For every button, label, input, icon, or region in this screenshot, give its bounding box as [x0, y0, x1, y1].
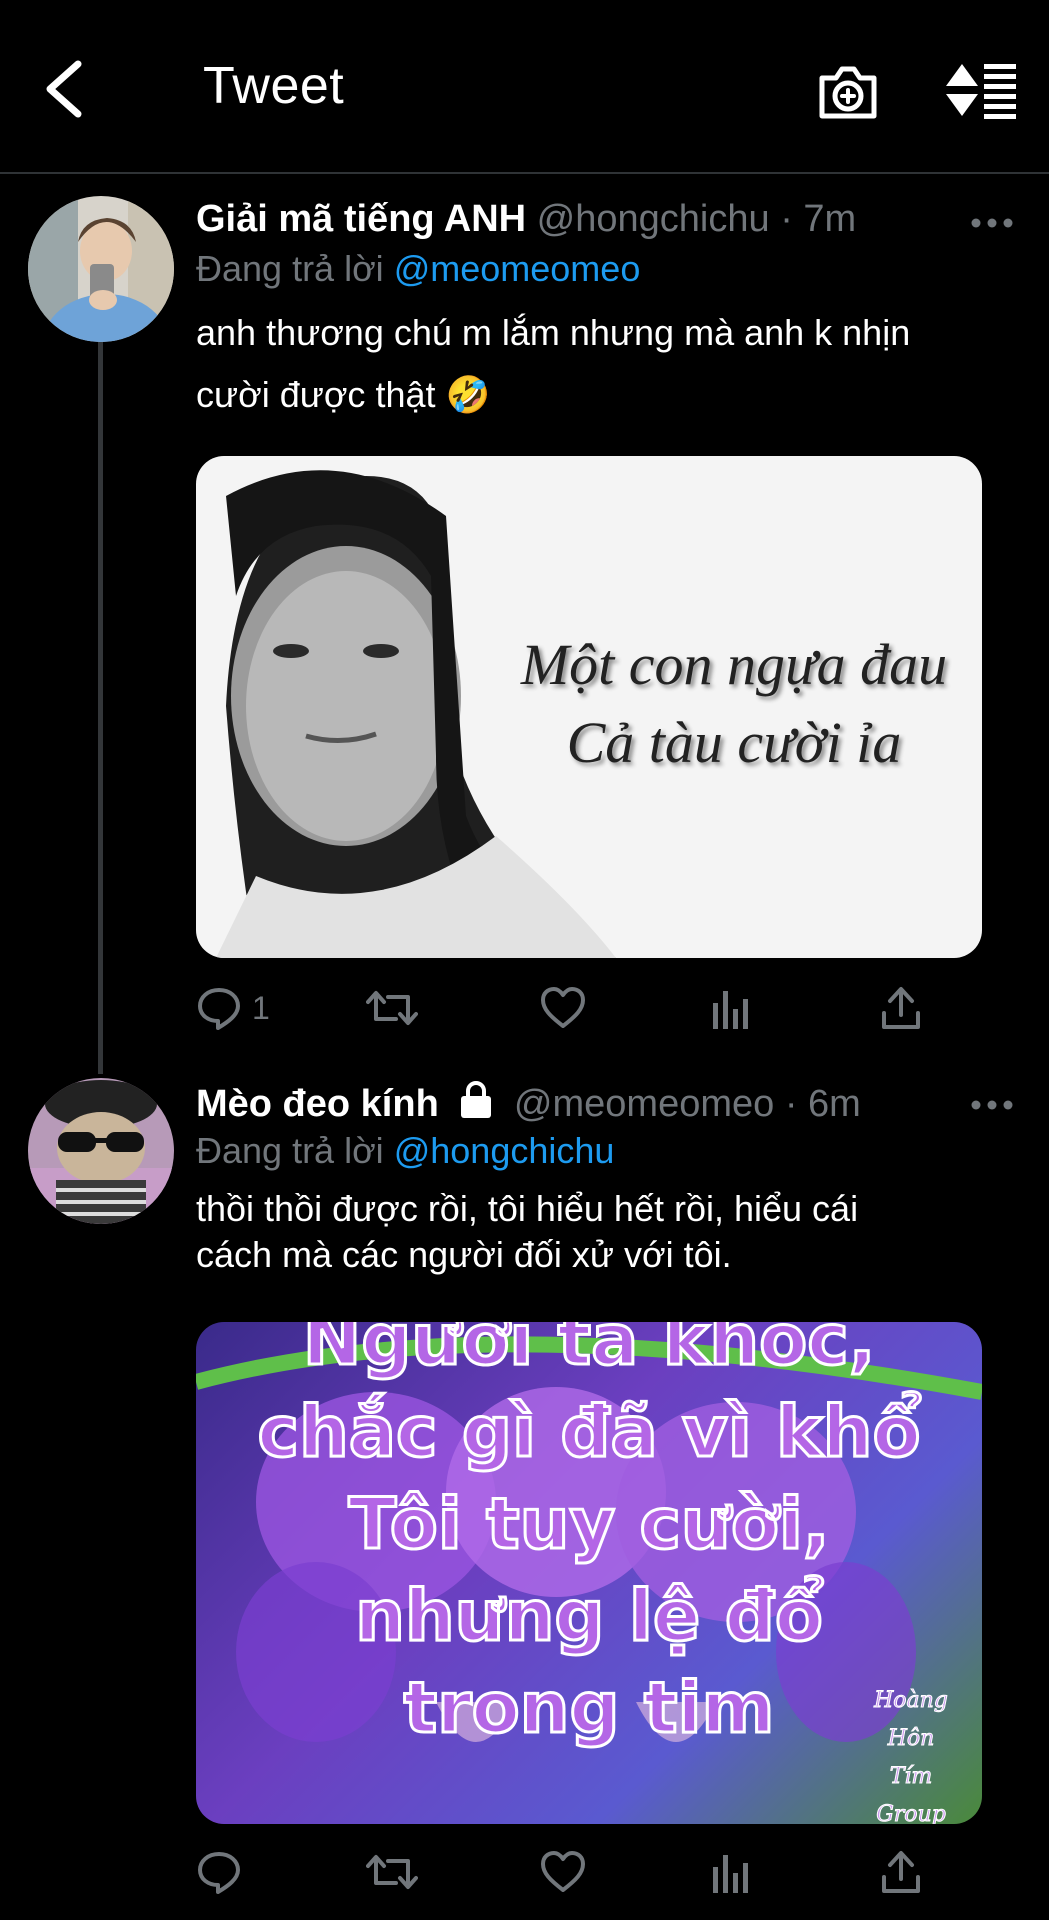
retweet-button[interactable]	[366, 978, 418, 1038]
share-icon	[882, 987, 920, 1029]
thread-connector-line	[98, 342, 103, 1074]
user-handle[interactable]: @meomeomeo	[514, 1083, 774, 1125]
retweet-icon	[366, 1855, 418, 1889]
tweet-image[interactable]: Một con ngựa đau Cả tàu cười ỉa	[196, 456, 982, 958]
lock-icon	[461, 1081, 492, 1118]
share-icon	[882, 1851, 920, 1893]
poem-line: nhưng lệ đổ	[354, 1574, 825, 1659]
top-bar: Tweet	[0, 0, 1049, 174]
tweet-header: Mèo đeo kính @meomeomeo · 6m	[196, 1080, 861, 1126]
like-button[interactable]	[540, 1842, 586, 1902]
mention-link[interactable]: @meomeomeo	[394, 248, 641, 289]
camera-plus-icon[interactable]	[816, 62, 880, 122]
analytics-icon	[713, 1855, 748, 1893]
replying-to-label: Đang trả lời	[196, 248, 384, 289]
reply-count: 1	[252, 989, 270, 1026]
meme-caption: Một con ngựa đau Cả tàu cười ỉa	[486, 626, 982, 782]
tweet-text-line: cách mà các người đối xử với tôi.	[196, 1234, 732, 1275]
mention-link[interactable]: @hongchichu	[394, 1130, 615, 1171]
timestamp: 6m	[808, 1083, 861, 1125]
display-name[interactable]: Giải mã tiếng ANH	[196, 198, 526, 240]
more-options-icon[interactable]	[970, 1098, 1014, 1112]
avatar[interactable]	[28, 196, 174, 342]
tweet-actions	[196, 1842, 1016, 1902]
replying-to: Đang trả lời @hongchichu	[196, 1130, 614, 1172]
poem-line: Người ta khóc,	[301, 1322, 877, 1383]
user-handle[interactable]: @hongchichu	[537, 198, 770, 240]
signature-line: Tím	[889, 1764, 933, 1790]
views-button[interactable]	[710, 978, 750, 1038]
poem-line: chắc gì đã vì khổ	[256, 1390, 922, 1475]
separator-dot: ·	[780, 198, 793, 240]
meme-caption-line: Cả tàu cười ỉa	[566, 710, 902, 775]
signature-line: Hôn	[887, 1726, 935, 1752]
page-title: Tweet	[203, 57, 345, 115]
signature-line: Group	[876, 1802, 947, 1825]
meme-caption-line: Một con ngựa đau	[520, 632, 948, 697]
reply-button[interactable]	[196, 1842, 252, 1902]
poem-line: Tôi tuy cười,	[347, 1482, 831, 1567]
watermark-signature: Hoàng Hôn Tím Group	[856, 1682, 966, 1825]
sort-list-icon[interactable]	[944, 60, 1018, 120]
views-button[interactable]	[710, 1842, 750, 1902]
tweet-text: anh thương chú m lắm nhưng mà anh k nhịn…	[196, 302, 1016, 426]
avatar[interactable]	[28, 1078, 174, 1224]
tweet-image[interactable]: Người ta khóc, chắc gì đã vì khổ Tôi tuy…	[196, 1322, 982, 1824]
reply-icon	[198, 988, 240, 1030]
heart-icon	[541, 987, 585, 1028]
separator-dot: ·	[784, 1083, 798, 1125]
replying-to-label: Đang trả lời	[196, 1130, 384, 1171]
tweet-text-line: cười được thật 🤣	[196, 374, 491, 415]
reply-button[interactable]: 1	[196, 978, 270, 1038]
tweet-text: thồi thồi được rồi, tôi hiểu hết rồi, hi…	[196, 1186, 1016, 1278]
tweet-header: Giải mã tiếng ANH @hongchichu · 7m	[196, 198, 856, 241]
back-chevron-icon[interactable]	[38, 58, 94, 120]
heart-icon	[541, 1851, 585, 1892]
tweet-text-line: thồi thồi được rồi, tôi hiểu hết rồi, hi…	[196, 1188, 859, 1229]
timestamp: 7m	[803, 198, 857, 240]
share-button[interactable]	[880, 1842, 922, 1902]
tweet-actions: 1	[196, 978, 1016, 1038]
like-button[interactable]	[540, 978, 586, 1038]
replying-to: Đang trả lời @meomeomeo	[196, 248, 640, 290]
analytics-icon	[713, 991, 748, 1029]
tweet-text-line: anh thương chú m lắm nhưng mà anh k nhịn	[196, 312, 911, 353]
display-name[interactable]: Mèo đeo kính	[196, 1083, 439, 1125]
share-button[interactable]	[880, 978, 922, 1038]
retweet-button[interactable]	[366, 1842, 418, 1902]
reply-icon	[198, 1852, 240, 1894]
signature-line: Hoàng	[874, 1688, 949, 1714]
retweet-icon	[366, 991, 418, 1025]
more-options-icon[interactable]	[970, 216, 1014, 230]
